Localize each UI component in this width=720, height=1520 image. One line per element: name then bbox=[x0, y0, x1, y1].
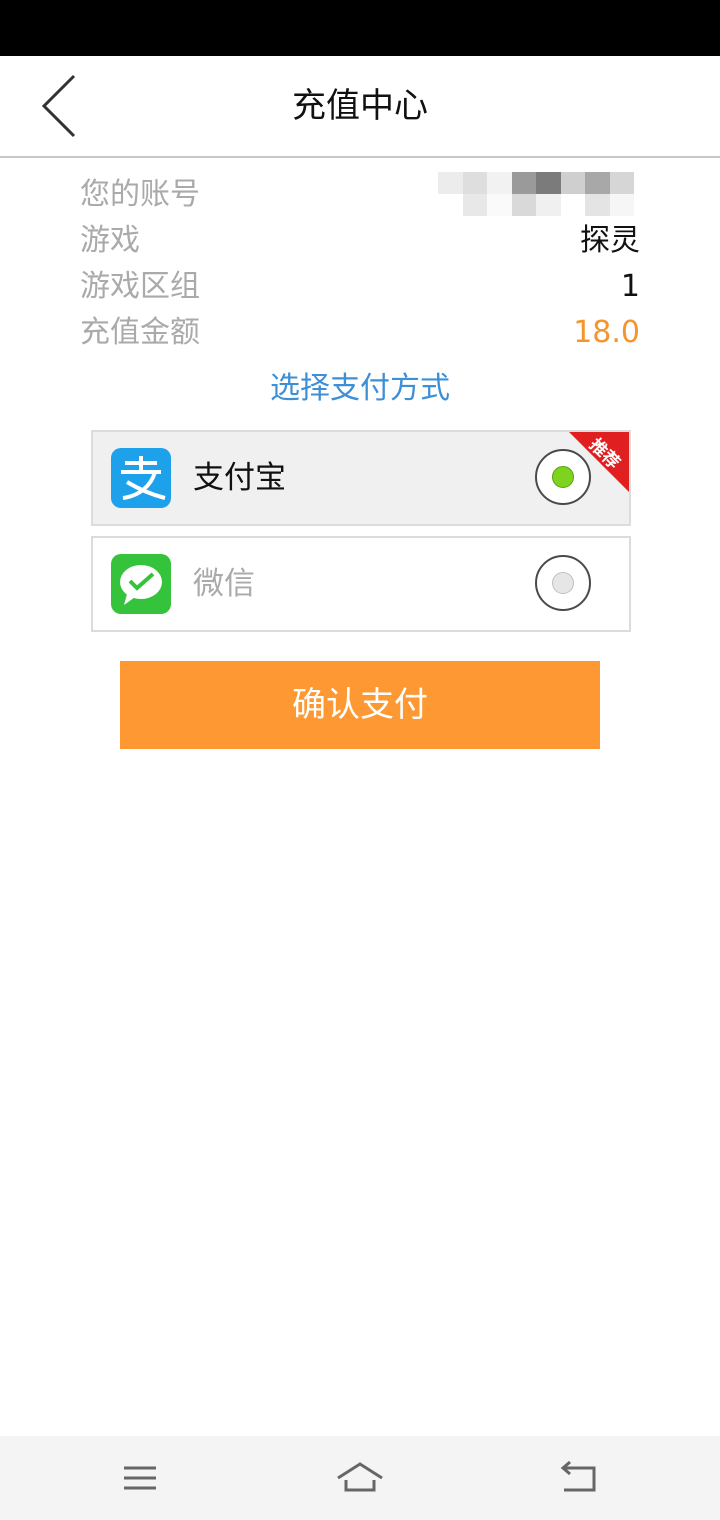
info-label-game: 游戏 bbox=[80, 223, 140, 258]
info-value-amount: 18.0 bbox=[573, 315, 640, 350]
info-row-account: 您的账号 bbox=[80, 172, 640, 218]
wechat-radio[interactable] bbox=[535, 555, 591, 611]
info-label-server: 游戏区组 bbox=[80, 269, 200, 304]
back-arrow-icon bbox=[560, 1460, 596, 1492]
info-value-server: 1 bbox=[620, 269, 640, 304]
page-title: 充值中心 bbox=[292, 86, 428, 126]
radio-unselected-dot bbox=[552, 572, 574, 594]
recommend-badge: 推荐 bbox=[569, 432, 629, 492]
payment-option-alipay-label: 支付宝 bbox=[193, 460, 286, 496]
status-bar bbox=[0, 0, 720, 56]
chevron-left-icon bbox=[41, 74, 76, 138]
payment-option-alipay[interactable]: 支付宝 推荐 bbox=[91, 430, 631, 526]
info-row-server: 游戏区组 1 bbox=[80, 264, 640, 310]
nav-menu-button[interactable] bbox=[110, 1450, 170, 1506]
info-label-account: 您的账号 bbox=[80, 177, 200, 212]
payment-option-wechat[interactable]: 微信 bbox=[91, 536, 631, 632]
info-row-game: 游戏 探灵 bbox=[80, 218, 640, 264]
alipay-icon bbox=[111, 448, 171, 508]
wechat-pay-icon bbox=[111, 554, 171, 614]
confirm-payment-button[interactable]: 确认支付 bbox=[120, 661, 600, 749]
payment-section-title: 选择支付方式 bbox=[270, 371, 450, 406]
nav-back-button[interactable] bbox=[550, 1450, 610, 1506]
back-button[interactable] bbox=[30, 70, 100, 142]
nav-home-button[interactable] bbox=[330, 1450, 390, 1506]
header: 充值中心 bbox=[0, 56, 720, 158]
masked-account-value bbox=[438, 172, 634, 216]
home-icon bbox=[337, 1462, 383, 1492]
system-navigation-bar bbox=[0, 1436, 720, 1520]
info-label-amount: 充值金额 bbox=[80, 315, 200, 350]
menu-icon bbox=[124, 1466, 156, 1490]
payment-option-wechat-label: 微信 bbox=[193, 566, 255, 602]
info-row-amount: 充值金额 18.0 bbox=[80, 310, 640, 356]
info-value-game: 探灵 bbox=[580, 223, 640, 258]
